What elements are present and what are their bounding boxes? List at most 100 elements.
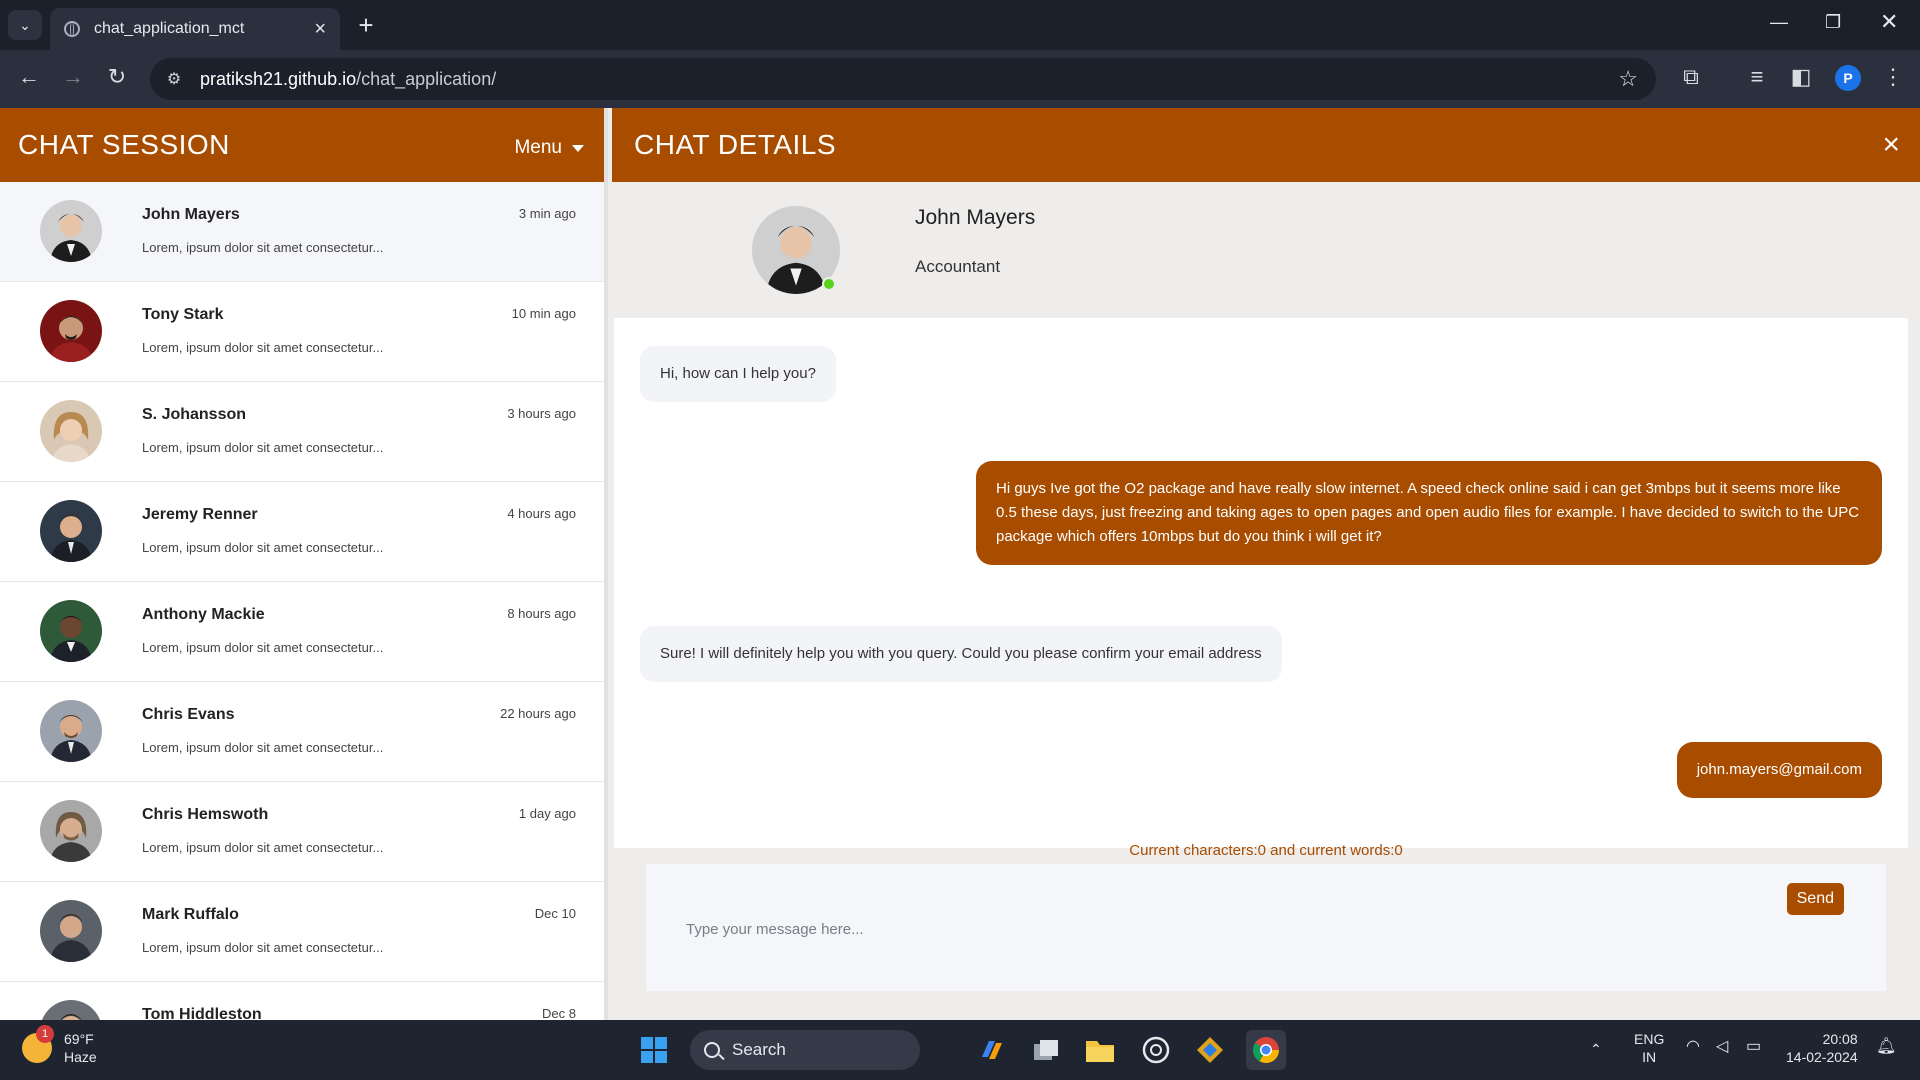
weather-widget[interactable]: 1 69°F Haze (22, 1025, 97, 1066)
back-icon[interactable]: ← (14, 64, 44, 90)
message-incoming: Sure! I will definitely help you with yo… (640, 626, 1282, 682)
contact-item[interactable]: Tom Hiddleston Dec 8 (0, 982, 604, 1020)
weather-sun-icon: 1 (22, 1025, 54, 1063)
site-info-icon[interactable]: ⚙ (164, 69, 184, 89)
close-tab-icon[interactable]: × (314, 18, 326, 41)
forward-icon[interactable]: → (58, 64, 88, 90)
profile-card: John Mayers Accountant (612, 182, 1920, 318)
message-outgoing: Hi guys Ive got the O2 package and have … (976, 461, 1882, 565)
more-menu-icon[interactable]: ⋮ (1878, 64, 1908, 90)
language-indicator[interactable]: ENG IN (1634, 1030, 1664, 1066)
contact-name: John Mayers (142, 206, 240, 223)
contact-item[interactable]: Anthony Mackie 8 hours ago Lorem, ipsum … (0, 582, 604, 682)
contact-name: Mark Ruffalo (142, 906, 239, 923)
avatar (40, 900, 102, 962)
avatar (40, 200, 102, 262)
contact-item[interactable]: Mark Ruffalo Dec 10 Lorem, ipsum dolor s… (0, 882, 604, 982)
contact-time: 10 min ago (511, 306, 576, 321)
notification-bell-icon[interactable]: 🔔︎ (1876, 1038, 1896, 1056)
tab-title: chat_application_mct (94, 20, 245, 37)
side-panel-icon[interactable]: ◧ (1786, 64, 1816, 90)
address-bar[interactable]: ⚙ pratiksh21.github.io/chat_application/… (150, 58, 1656, 100)
file-explorer-icon[interactable] (1080, 1030, 1120, 1070)
media-control-icon[interactable]: ≡ (1742, 64, 1772, 90)
notification-badge: 1 (36, 1025, 54, 1043)
tab-list-button[interactable]: ⌄ (8, 10, 42, 40)
browser-tab[interactable]: chat_application_mct × (50, 8, 340, 50)
contact-preview: Lorem, ipsum dolor sit amet consectetur.… (142, 640, 384, 655)
contact-time: 4 hours ago (507, 506, 576, 521)
chevron-up-icon[interactable]: ⌃ (1590, 1040, 1602, 1058)
extensions-icon[interactable]: ⧉ (1676, 64, 1706, 90)
message-incoming: Hi, how can I help you? (640, 346, 836, 402)
restore-icon[interactable]: ❐ (1825, 12, 1841, 33)
contact-time: Dec 10 (534, 906, 576, 921)
message-outgoing: john.mayers@gmail.com (1676, 742, 1882, 798)
avatar (40, 400, 102, 462)
app-icon[interactable] (1190, 1030, 1230, 1070)
contact-name: Anthony Mackie (142, 606, 265, 623)
character-word-counter: Current characters:0 and current words:0 (1129, 842, 1403, 859)
url-text[interactable]: pratiksh21.github.io/chat_application/ (200, 69, 496, 90)
contact-name: Tony Stark (142, 306, 224, 323)
chat-details-title: CHAT DETAILS (634, 129, 837, 160)
avatar (40, 500, 102, 562)
message-input[interactable] (686, 914, 1686, 944)
minimize-icon[interactable]: — (1770, 12, 1788, 33)
taskbar-search[interactable]: Search (690, 1030, 920, 1070)
contact-item[interactable]: Chris Hemswoth 1 day ago Lorem, ipsum do… (0, 782, 604, 882)
contact-preview: Lorem, ipsum dolor sit amet consectetur.… (142, 840, 384, 855)
profile-avatar[interactable]: P (1835, 65, 1861, 91)
os-taskbar: 1 69°F Haze Search ⌃ ENG IN ◠ ◁ ▭ 20:08 … (0, 1020, 1920, 1080)
contact-item[interactable]: Tony Stark 10 min ago Lorem, ipsum dolor… (0, 282, 604, 382)
close-window-icon[interactable]: ✕ (1880, 9, 1898, 35)
message-composer: Send (646, 864, 1886, 991)
contact-preview: Lorem, ipsum dolor sit amet consectetur.… (142, 540, 384, 555)
contact-item[interactable]: Jeremy Renner 4 hours ago Lorem, ipsum d… (0, 482, 604, 582)
copilot-icon[interactable] (972, 1030, 1012, 1070)
contact-list: John Mayers 3 min ago Lorem, ipsum dolor… (0, 182, 604, 1020)
chat-session-header: CHAT SESSION Menu (0, 108, 604, 182)
language-line-1: ENG (1634, 1031, 1665, 1047)
online-status-dot (822, 277, 836, 291)
send-button[interactable]: Send (1786, 883, 1844, 915)
volume-icon[interactable]: ◁ (1716, 1038, 1728, 1056)
weather-temp: 69°F (64, 1031, 94, 1047)
browser-toolbar: ← → ↻ ⚙ pratiksh21.github.io/chat_applic… (0, 50, 1920, 108)
new-tab-button[interactable]: + (352, 10, 380, 40)
wifi-icon[interactable]: ◠ (1686, 1038, 1700, 1056)
globe-icon (64, 21, 80, 37)
contact-name: Chris Evans (142, 706, 235, 723)
contact-item[interactable]: Chris Evans 22 hours ago Lorem, ipsum do… (0, 682, 604, 782)
avatar (40, 800, 102, 862)
contact-time: Dec 8 (542, 1006, 576, 1020)
contact-preview: Lorem, ipsum dolor sit amet consectetur.… (142, 740, 384, 755)
clock[interactable]: 20:08 14-02-2024 (1786, 1030, 1858, 1066)
contact-item[interactable]: S. Johansson 3 hours ago Lorem, ipsum do… (0, 382, 604, 482)
chrome-icon[interactable] (1246, 1030, 1286, 1070)
avatar (40, 1000, 102, 1020)
contact-item[interactable]: John Mayers 3 min ago Lorem, ipsum dolor… (0, 182, 604, 282)
clock-time: 20:08 (1822, 1031, 1858, 1047)
profile-role: Accountant (915, 257, 1001, 276)
battery-icon[interactable]: ▭ (1746, 1038, 1761, 1056)
language-line-2: IN (1642, 1049, 1657, 1065)
menu-dropdown[interactable]: Menu (514, 137, 586, 159)
chatgpt-icon[interactable] (1136, 1030, 1176, 1070)
chat-details-header: CHAT DETAILS × (612, 108, 1920, 182)
chat-app: CHAT SESSION Menu John Mayers 3 min ago … (0, 108, 1920, 1020)
caret-down-icon (572, 144, 584, 152)
contact-time: 8 hours ago (507, 606, 576, 621)
contact-time: 1 day ago (518, 806, 576, 821)
windows-start-icon[interactable] (634, 1030, 674, 1070)
contact-time: 3 hours ago (507, 406, 576, 421)
contact-name: Jeremy Renner (142, 506, 258, 523)
taskbar-search-label: Search (732, 1040, 786, 1059)
chat-session-title: CHAT SESSION (18, 129, 230, 160)
reload-icon[interactable]: ↻ (102, 64, 132, 90)
close-icon[interactable]: × (1882, 128, 1900, 162)
contact-preview: Lorem, ipsum dolor sit amet consectetur.… (142, 940, 384, 955)
task-view-icon[interactable] (1026, 1030, 1066, 1070)
bookmark-star-icon[interactable]: ☆ (1618, 66, 1638, 92)
contact-name: Tom Hiddleston (142, 1006, 262, 1020)
